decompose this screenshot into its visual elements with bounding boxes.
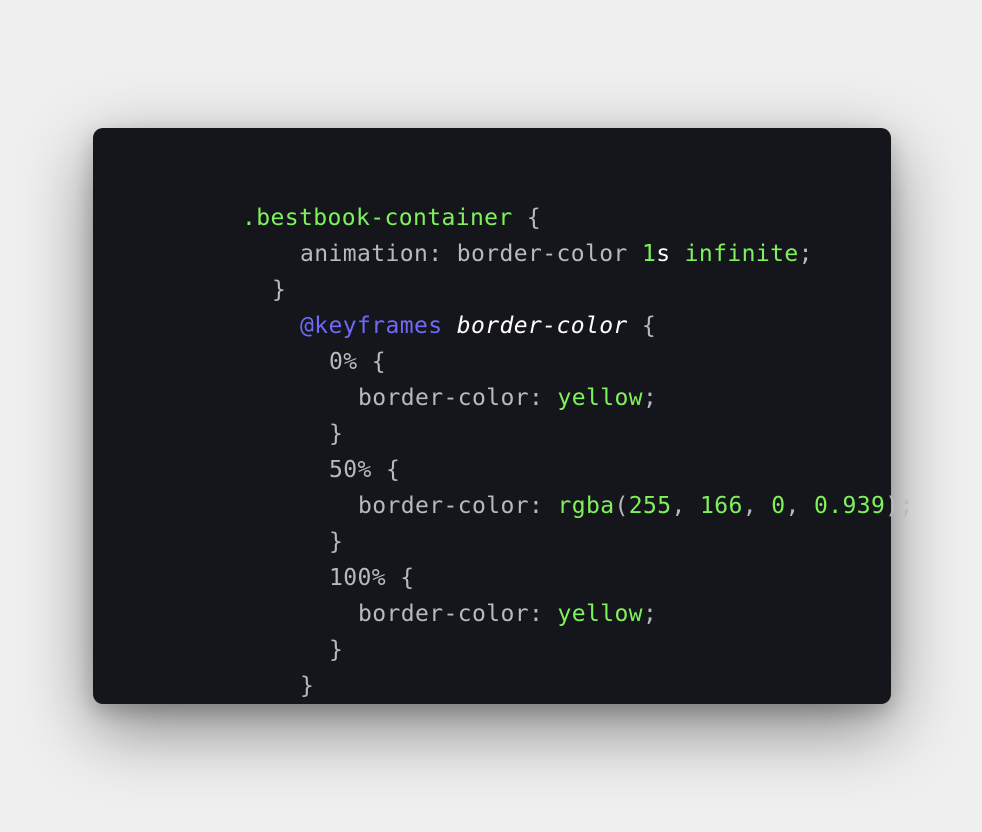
rgba-blue: 0 <box>771 493 786 519</box>
semicolon: ; <box>642 385 658 411</box>
code-line-13: } <box>215 596 343 663</box>
code-line-12: border-color: yellow; <box>244 560 657 627</box>
rgba-alpha: 0.939 <box>813 493 886 519</box>
comma: , <box>785 493 814 519</box>
open-brace: { <box>627 313 657 339</box>
color-keyword: yellow <box>543 601 643 627</box>
rgba-red: 255 <box>628 493 672 519</box>
iteration-keyword: infinite <box>670 241 799 267</box>
code-line-8: 50% { <box>215 416 400 483</box>
rgba-green: 166 <box>699 493 743 519</box>
keyframes-name: border-color <box>442 313 628 339</box>
code-snippet-window: .bestbook-container { animation: border-… <box>93 128 913 704</box>
code-line-11: 100% { <box>215 524 414 591</box>
code-line-10: } <box>215 488 343 555</box>
close-paren-semicolon: ); <box>885 493 914 519</box>
css-property: border-color: <box>357 385 544 411</box>
css-property: border-color: <box>357 601 544 627</box>
page-background: .bestbook-container { animation: border-… <box>0 0 982 832</box>
semicolon: ; <box>642 601 658 627</box>
color-keyword: yellow <box>543 385 643 411</box>
code-line-1: .bestbook-container { <box>128 164 541 231</box>
code-line-2: animation: border-color 1s infinite; <box>186 200 813 267</box>
code-line-6: border-color: yellow; <box>244 344 657 411</box>
code-line-4: @keyframes border-color { <box>186 272 656 339</box>
css-property: border-color: <box>357 493 544 519</box>
code-line-9: border-color: rgba(255, 166, 0, 0.939); <box>244 452 914 519</box>
code-line-3: } <box>158 236 286 303</box>
css-property: animation: <box>299 241 443 267</box>
comma: , <box>742 493 772 519</box>
comma: , <box>671 493 700 519</box>
rgba-function: rgba <box>543 493 615 519</box>
semicolon: ; <box>798 241 813 267</box>
duration-unit: s <box>656 241 671 267</box>
open-paren: ( <box>614 493 629 519</box>
code-line-7: } <box>215 380 343 447</box>
animation-name-value: border-color <box>442 241 642 267</box>
close-brace: } <box>328 637 344 663</box>
duration-number: 1 <box>641 241 657 267</box>
code-line-14: } <box>186 632 314 699</box>
close-brace: } <box>299 673 315 699</box>
code-line-5: 0% { <box>215 308 386 375</box>
